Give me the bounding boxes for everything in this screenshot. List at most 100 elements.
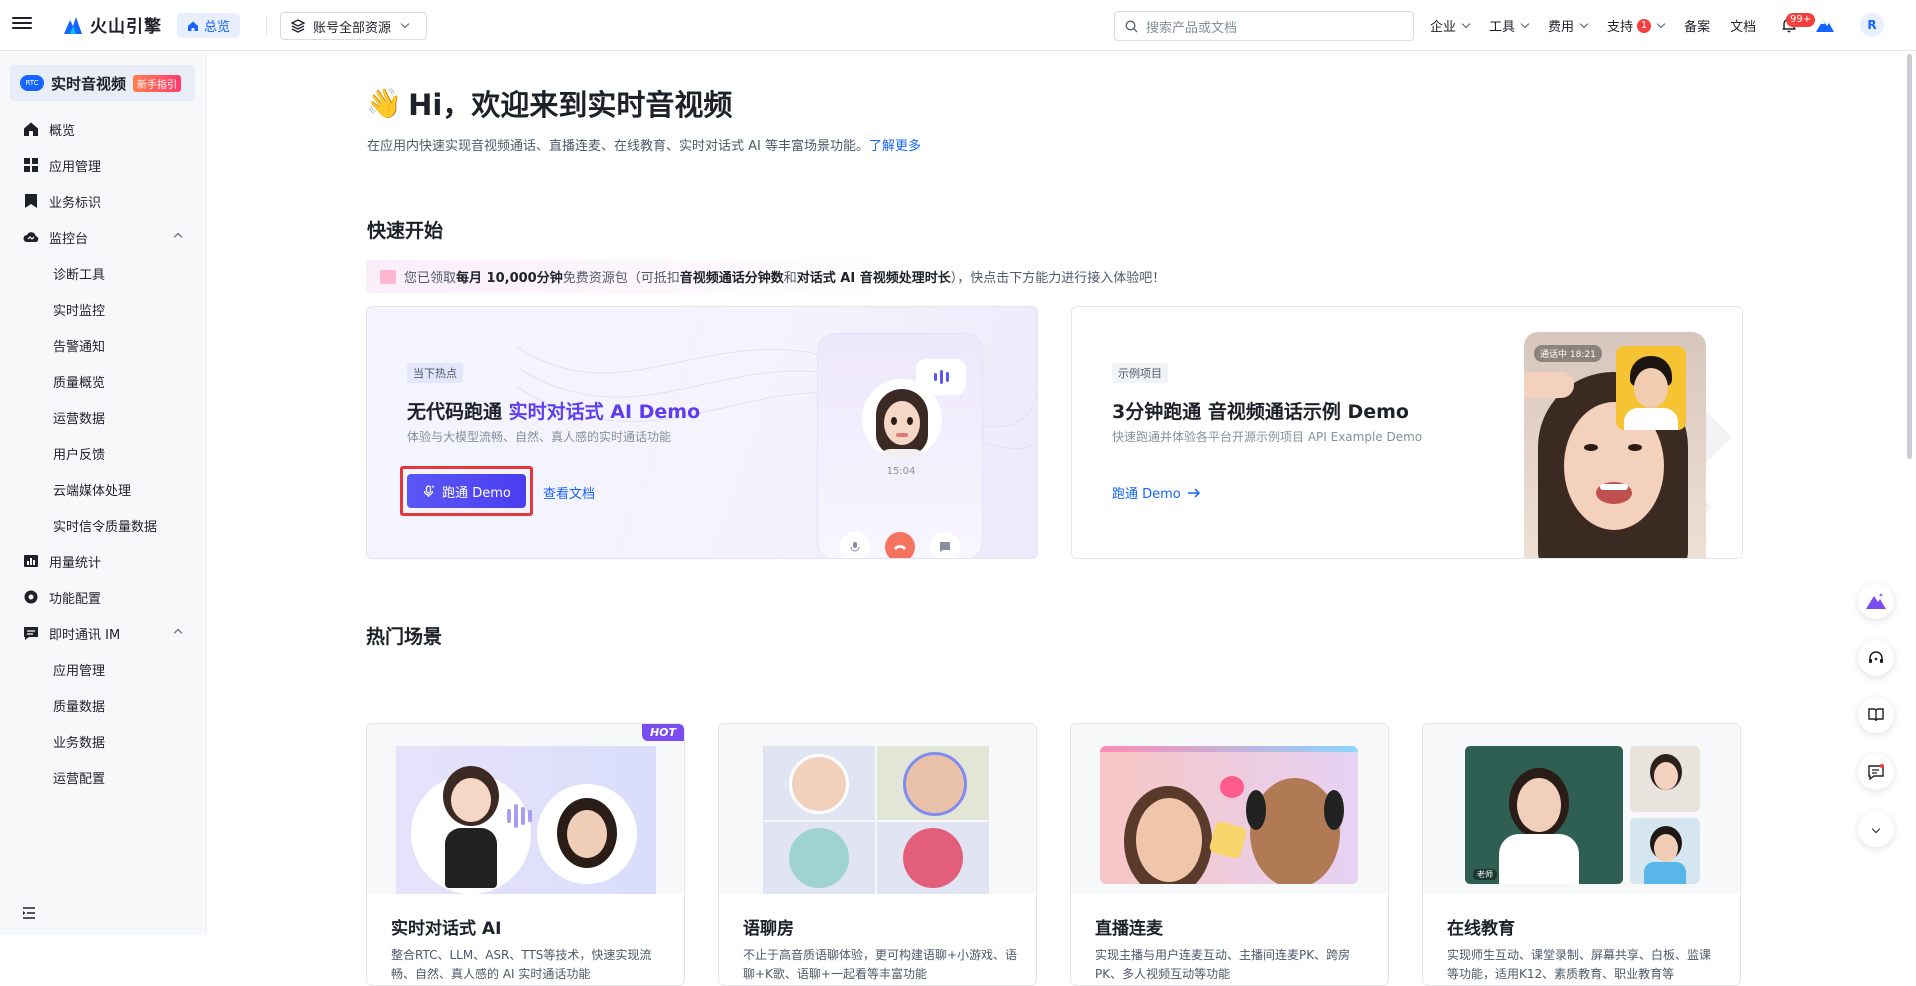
chevron-down-icon	[1871, 824, 1881, 834]
sidebar-item-label: 概览	[49, 123, 76, 139]
cloud-monitor-icon	[23, 232, 39, 243]
scene-description: 整合RTC、LLM、ASR、TTS等技术，快速实现流畅、自然、真人感的 AI 实…	[391, 948, 652, 981]
feedback-button[interactable]	[1858, 754, 1894, 790]
sidebar-item-quality-overview[interactable]: 质量概览	[0, 363, 207, 399]
sidebar-item-cloud-media[interactable]: 云端媒体处理	[0, 471, 207, 507]
search-placeholder: 搜索产品或文档	[1146, 20, 1238, 36]
sidebar-item-label: 运营配置	[53, 771, 106, 787]
scene-education-image: 老师	[1423, 724, 1740, 894]
documentation-button[interactable]	[1858, 697, 1894, 733]
sidebar-item-label: 用量统计	[49, 555, 102, 571]
sidebar-menu: 概览 应用管理 业务标识 监控台 诊断工具 实时监控 告警通知 质量概览 运营数…	[0, 111, 207, 795]
scene-title: 在线教育	[1447, 919, 1515, 939]
sidebar-item-app-management[interactable]: 应用管理	[0, 147, 207, 183]
ai-demo-subtitle: 体验与大模型流畅、自然、真人感的实时通话功能	[407, 430, 672, 444]
nav-tools[interactable]: 工具	[1489, 16, 1530, 35]
sidebar-item-user-feedback[interactable]: 用户反馈	[0, 435, 207, 471]
sidebar-item-im[interactable]: 即时通讯 IM	[0, 615, 207, 651]
scroll-down-button[interactable]	[1858, 811, 1894, 847]
hot-scenes-heading: 热门场景	[366, 626, 443, 648]
description-text: 在应用内快速实现音视频通话、直播连麦、在线教育、实时对话式 AI 等丰富场景功能…	[367, 139, 869, 154]
overview-home-button[interactable]: 总览	[177, 13, 241, 38]
home-icon	[188, 21, 198, 31]
scene-live-cohost-image	[1071, 724, 1388, 894]
ai-assistant-button[interactable]	[1858, 583, 1894, 619]
phone-mockup: 15:04	[817, 333, 983, 558]
call-timer: 15:04	[886, 466, 916, 477]
collapse-sidebar-icon[interactable]	[22, 907, 36, 919]
nav-label: 企业	[1430, 20, 1457, 35]
nav-filing[interactable]: 备案	[1684, 16, 1710, 35]
page-scrollbar[interactable]	[1907, 54, 1912, 459]
sidebar-item-label: 功能配置	[49, 591, 102, 607]
mountain-icon[interactable]	[1815, 17, 1835, 33]
in-call-label: 通话中 18:21	[1534, 345, 1602, 362]
nav-billing[interactable]: 费用	[1548, 16, 1589, 35]
product-header[interactable]: RTC 实时音视频 新手指引	[10, 65, 195, 101]
sidebar-item-im-business-data[interactable]: 业务数据	[0, 723, 207, 759]
logo-text: 火山引擎	[90, 17, 162, 37]
hamburger-menu-icon[interactable]	[12, 14, 32, 34]
nav-label: 工具	[1489, 20, 1516, 35]
scene-description: 不止于高音质语聊体验，更可构建语聊+小游戏、语聊+K歌、语聊+一起看等丰富功能	[743, 948, 1018, 981]
example-demo-card[interactable]: 示例项目 3分钟跑通 音视频通话示例 Demo 快速跑通并体验各平台开源示例项目…	[1071, 306, 1743, 559]
volcengine-logo[interactable]: 火山引擎	[62, 12, 162, 37]
top-nav: 企业 工具 费用 支持 1 备案 文档	[1430, 0, 1756, 51]
view-docs-link[interactable]: 查看文档	[543, 483, 595, 502]
nav-support[interactable]: 支持 1	[1607, 16, 1666, 35]
example-project-tag: 示例项目	[1112, 363, 1168, 383]
learn-more-link[interactable]: 了解更多	[869, 139, 921, 154]
sidebar-item-label: 用户反馈	[53, 447, 106, 463]
scene-card-live-cohost[interactable]: 直播连麦 实现主播与用户连麦互动、主播间连麦PK、跨房PK、多人视频互动等功能	[1070, 723, 1389, 986]
sidebar-item-diagnostic-tools[interactable]: 诊断工具	[0, 255, 207, 291]
sidebar-item-alerts[interactable]: 告警通知	[0, 327, 207, 363]
chat-icon	[24, 627, 38, 640]
hang-up-icon	[885, 532, 915, 558]
chevron-down-icon	[400, 19, 410, 29]
search-input[interactable]: 搜索产品或文档	[1114, 11, 1414, 41]
page-description: 在应用内快速实现音视频通话、直播连麦、在线教育、实时对话式 AI 等丰富场景功能…	[367, 135, 921, 154]
sidebar-item-usage-stats[interactable]: 用量统计	[0, 543, 207, 579]
scene-card-ai[interactable]: HOT 实时对话式 AI 整合RTC、LLM、ASR、TTS等技术，快速实现流畅…	[366, 723, 685, 986]
sidebar-item-overview[interactable]: 概览	[0, 111, 207, 147]
arrow-right-icon	[1187, 487, 1200, 498]
sidebar-item-label: 业务标识	[49, 195, 102, 211]
sidebar-item-label: 实时监控	[53, 303, 106, 319]
nav-label: 费用	[1548, 20, 1575, 35]
sidebar-item-label: 业务数据	[53, 735, 106, 751]
sidebar-item-feature-config[interactable]: 功能配置	[0, 579, 207, 615]
scene-card-online-education[interactable]: 老师 在线教育 实现师生互动、课堂录制、屏幕共享、白板、监课等功能，适用K12、…	[1422, 723, 1741, 986]
beginner-guide-tag[interactable]: 新手指引	[133, 74, 182, 92]
sidebar-item-label: 监控台	[49, 231, 89, 247]
sidebar-item-signaling-quality[interactable]: 实时信令质量数据	[0, 507, 207, 543]
nav-label: 备案	[1684, 20, 1711, 35]
main-content: 👋 Hi，欢迎来到实时音视频 在应用内快速实现音视频通话、直播连麦、在线教育、实…	[207, 51, 1897, 986]
run-example-demo-link[interactable]: 跑通 Demo	[1112, 483, 1201, 502]
sidebar-item-im-app-management[interactable]: 应用管理	[0, 651, 207, 687]
user-avatar[interactable]: R	[1860, 13, 1884, 37]
sidebar-item-monitor[interactable]: 监控台	[0, 219, 207, 255]
scene-description: 实现师生互动、课堂录制、屏幕共享、白板、监课等功能，适用K12、素质教育、职业教…	[1447, 948, 1712, 981]
sidebar-item-operation-data[interactable]: 运营数据	[0, 399, 207, 435]
sidebar-item-label: 应用管理	[53, 663, 106, 679]
video-call-preview: 通话中 18:21	[1524, 332, 1706, 558]
sidebar-item-business-id[interactable]: 业务标识	[0, 183, 207, 219]
resource-selector[interactable]: 账号全部资源	[280, 12, 427, 40]
product-name: 实时音视频	[51, 74, 127, 93]
sidebar-item-im-quality-data[interactable]: 质量数据	[0, 687, 207, 723]
message-icon	[930, 532, 960, 558]
header-divider	[266, 16, 267, 35]
notification-badge: 99+	[1786, 13, 1816, 27]
sidebar-item-label: 实时信令质量数据	[53, 519, 158, 535]
scene-card-voice-chat-room[interactable]: 语聊房 不止于高音质语聊体验，更可构建语聊+小游戏、语聊+K歌、语聊+一起看等丰…	[718, 723, 1037, 986]
quick-start-heading: 快速开始	[367, 220, 444, 242]
volcano-logo-icon	[64, 16, 82, 34]
customer-service-button[interactable]	[1858, 640, 1894, 676]
ai-demo-card[interactable]: 当下热点 无代码跑通 实时对话式 AI Demo 体验与大模型流畅、自然、真人感…	[366, 306, 1038, 559]
sidebar-item-im-operation-config[interactable]: 运营配置	[0, 759, 207, 795]
gift-icon	[380, 269, 396, 284]
chevron-up-icon	[173, 628, 183, 638]
sidebar-item-realtime-monitor[interactable]: 实时监控	[0, 291, 207, 327]
nav-docs[interactable]: 文档	[1730, 16, 1756, 35]
nav-enterprise[interactable]: 企业	[1430, 16, 1471, 35]
